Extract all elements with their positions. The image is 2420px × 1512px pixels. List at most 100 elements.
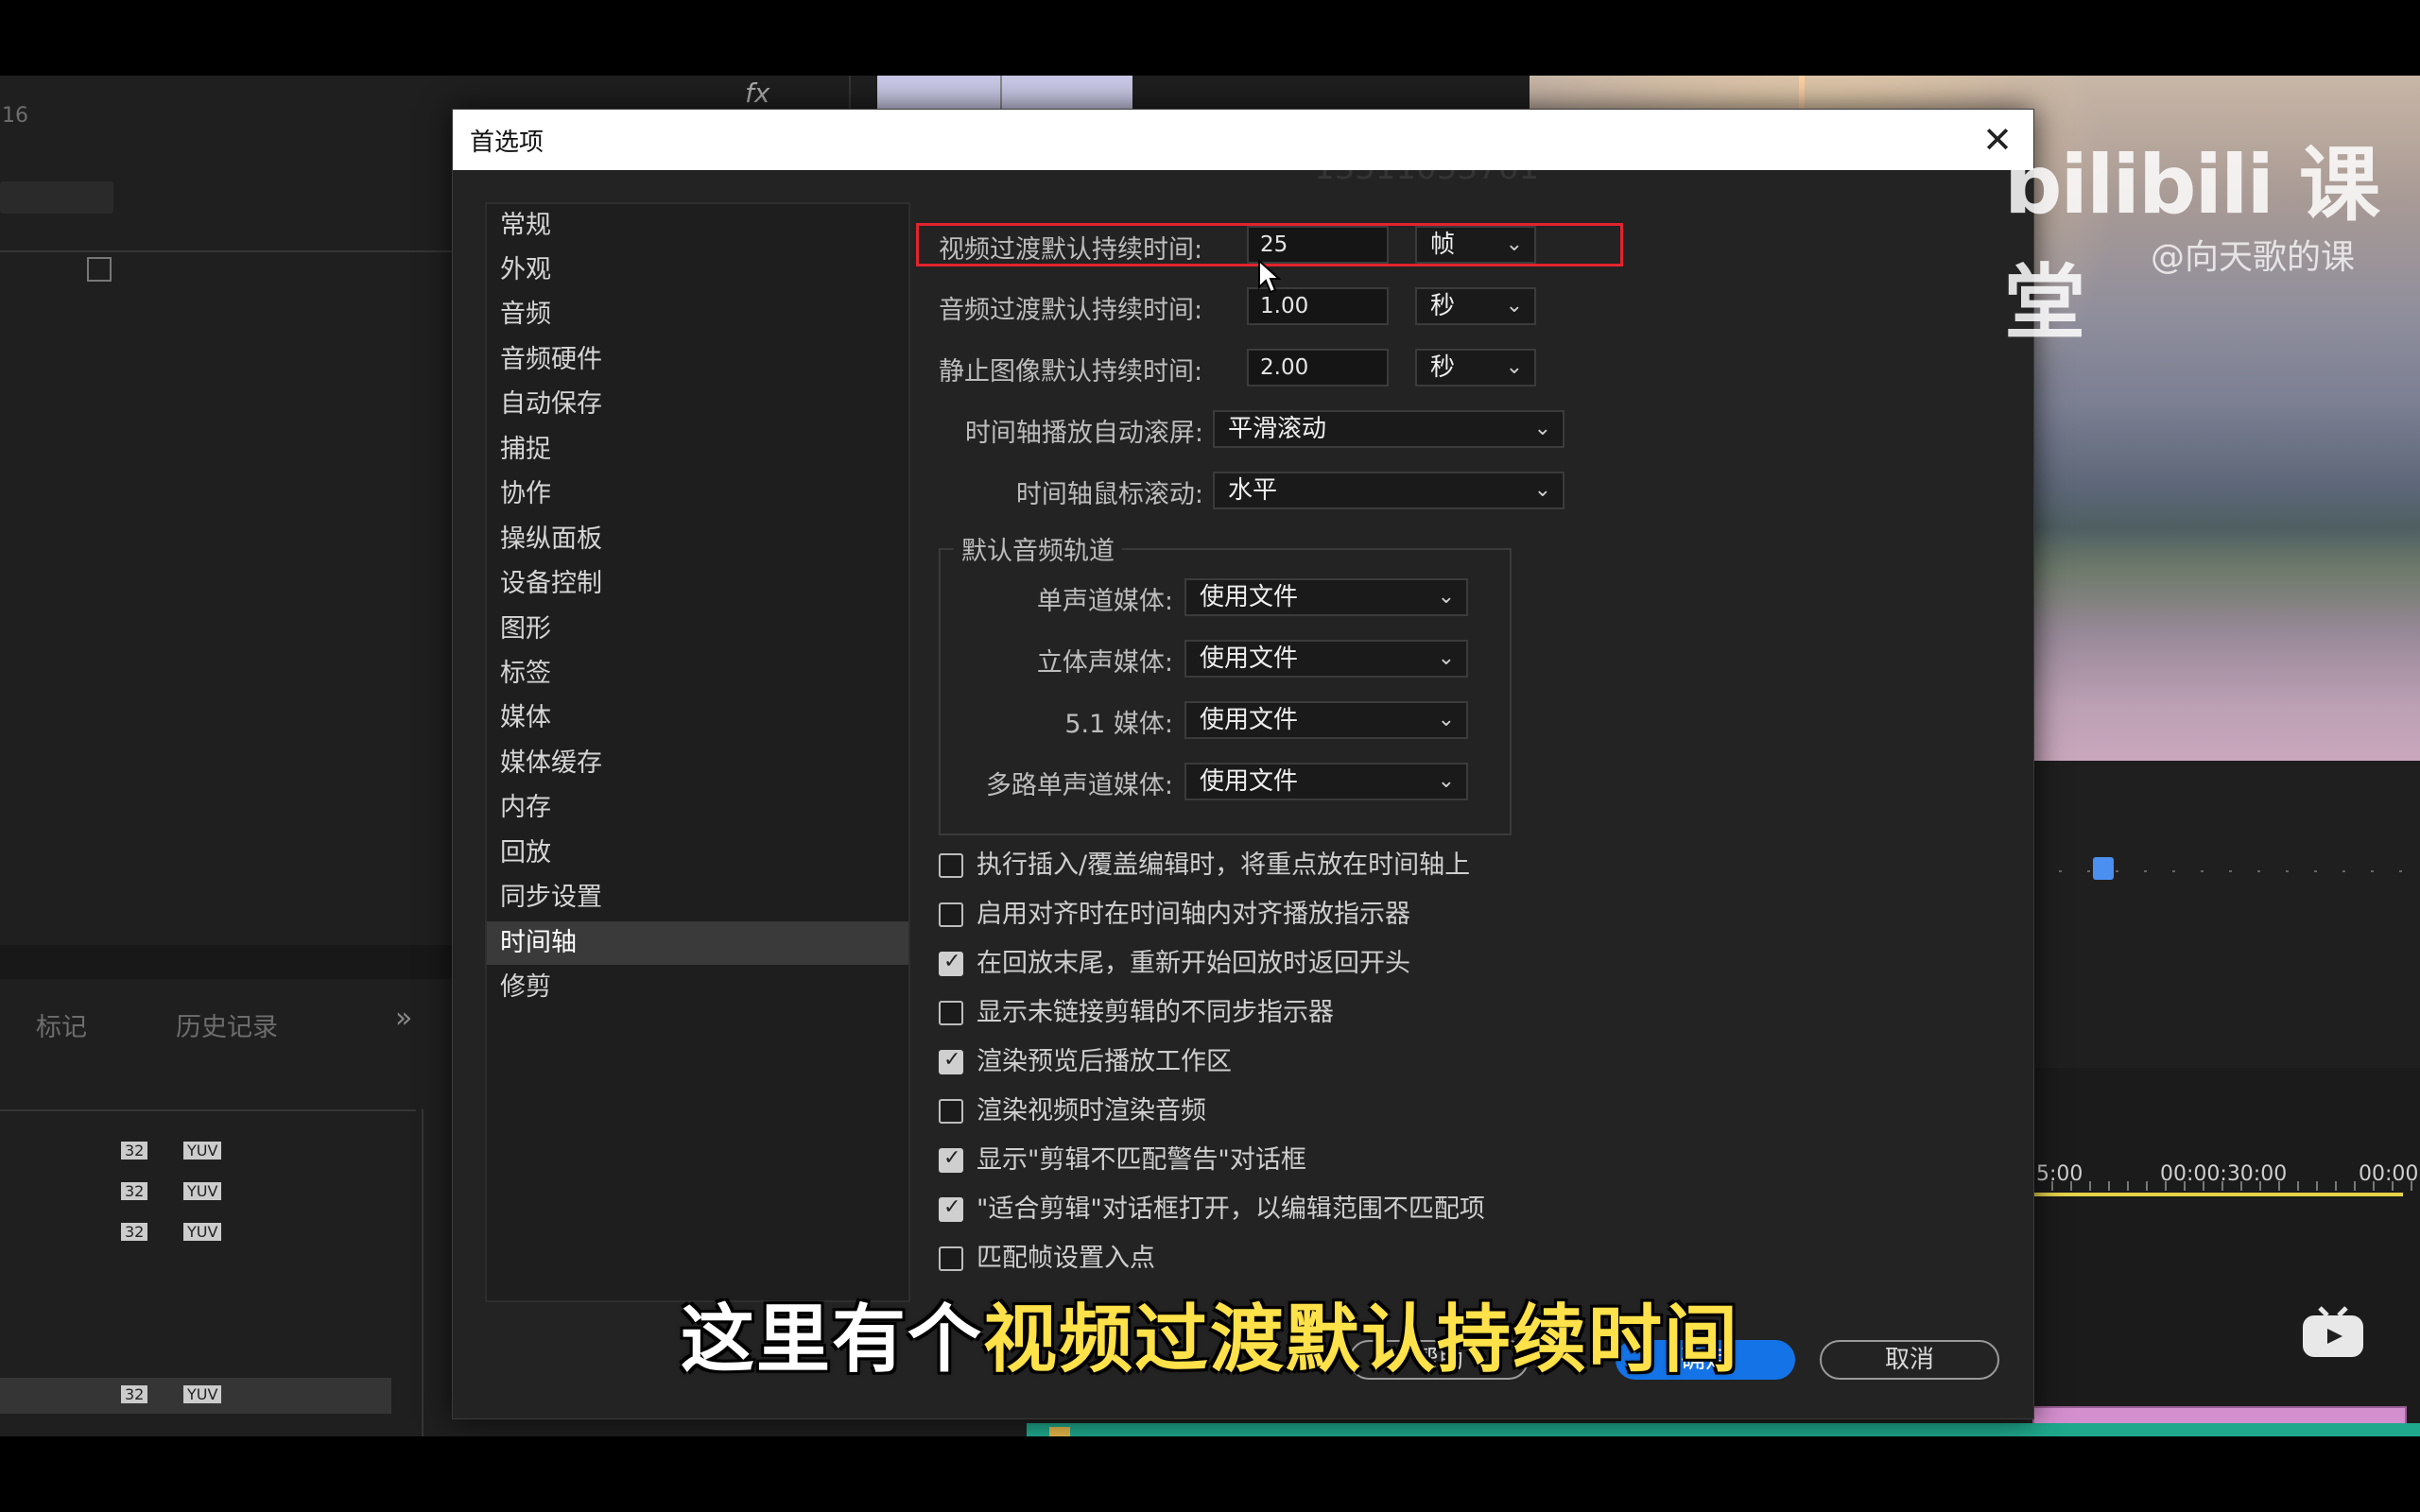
chevron-down-icon: ⌄	[1533, 478, 1551, 502]
audio-waveform-track	[1027, 1423, 2420, 1436]
badge-yuv: YUV	[183, 1223, 222, 1241]
video-subtitle: 这里有个视频过渡默认持续时间	[0, 1280, 2420, 1386]
checkbox-label: 渲染视频时渲染音频	[977, 1096, 1206, 1125]
top-strip-thumbnail	[877, 76, 1132, 109]
checkbox-label: 匹配帧设置入点	[977, 1244, 1155, 1273]
checkbox[interactable]	[939, 1099, 963, 1124]
checkbox-label: 渲染预览后播放工作区	[977, 1047, 1232, 1076]
history-divider	[0, 1109, 416, 1111]
phone-watermark-line: 18685911071	[1314, 112, 1539, 149]
audio-transition-unit-select[interactable]: 秒 ⌄	[1415, 287, 1536, 325]
multichannel-mono-select[interactable]: 使用文件 ⌄	[1184, 763, 1468, 800]
surround-media-value: 使用文件	[1200, 706, 1299, 734]
unit-value: 秒	[1430, 292, 1456, 320]
playback-scroll-value: 平滑滚动	[1228, 415, 1327, 443]
badge-yuv: YUV	[183, 1142, 222, 1160]
stereo-media-select[interactable]: 使用文件 ⌄	[1184, 640, 1468, 678]
checkbox[interactable]	[939, 1246, 963, 1271]
sidebar-item-media[interactable]: 媒体	[487, 696, 908, 740]
sidebar-item-collaboration[interactable]: 协作	[487, 472, 908, 516]
checkbox-label: 执行插入/覆盖编辑时，将重点放在时间轴上	[977, 850, 1471, 880]
checkbox-label: "适合剪辑"对话框打开，以编辑范围不匹配项	[977, 1194, 1485, 1224]
subtitle-highlight-text: 视频过渡默认持续时间	[983, 1297, 1740, 1383]
badge-yuv: YUV	[183, 1182, 222, 1200]
multichannel-mono-label: 多路单声道媒体:	[985, 771, 1173, 800]
mono-media-value: 使用文件	[1200, 583, 1299, 611]
tab-history[interactable]: 历史记录	[176, 1006, 278, 1043]
badge-32: 32	[121, 1182, 148, 1200]
double-chevron-right-icon[interactable]: »	[395, 1002, 412, 1035]
checkbox-label: 在回放末尾，重新开始回放时返回开头	[977, 949, 1410, 978]
top-strip-divider	[849, 76, 851, 109]
unit-value: 秒	[1430, 353, 1456, 382]
checkbox[interactable]	[939, 853, 963, 878]
chevron-down-icon: ⌄	[1437, 708, 1455, 731]
subtitle-text: 这里有个	[680, 1297, 983, 1383]
mouse-scroll-label: 时间轴鼠标滚动:	[1015, 480, 1203, 509]
sidebar-item-trim[interactable]: 修剪	[487, 966, 908, 1009]
sidebar-item-auto-save[interactable]: 自动保存	[487, 383, 908, 426]
sidebar-item-media-cache[interactable]: 媒体缓存	[487, 742, 908, 785]
sidebar-item-labels[interactable]: 标签	[487, 652, 908, 696]
sidebar-item-memory[interactable]: 内存	[487, 786, 908, 830]
bilibili-tv-icon	[2299, 1306, 2367, 1359]
fx-label: fx	[745, 77, 770, 109]
phone-watermark: 18685911071 13511053761	[1314, 112, 1539, 187]
sidebar-item-control-surface[interactable]: 操纵面板	[487, 518, 908, 561]
surround-media-select[interactable]: 使用文件 ⌄	[1184, 701, 1468, 739]
checkbox[interactable]	[939, 1146, 963, 1173]
mono-media-select[interactable]: 使用文件 ⌄	[1184, 578, 1468, 616]
stereo-media-label: 立体声媒体:	[1036, 648, 1173, 678]
mono-media-label: 单声道媒体:	[1036, 587, 1173, 616]
top-strip-thumbnail-line	[1000, 76, 1002, 109]
preferences-sidebar: 常规 外观 音频 音频硬件 自动保存 捕捉 协作 操纵面板 设备控制 图形 标签…	[485, 202, 910, 1302]
top-left-number: 16	[2, 104, 28, 128]
tab-markers[interactable]: 标记	[36, 1006, 87, 1043]
left-checkbox[interactable]	[87, 257, 112, 282]
still-image-unit-select[interactable]: 秒 ⌄	[1415, 349, 1536, 387]
chevron-down-icon: ⌄	[1437, 769, 1455, 793]
chevron-down-icon: ⌄	[1437, 646, 1455, 670]
sidebar-item-capture[interactable]: 捕捉	[487, 428, 908, 472]
default-audio-tracks-title: 默认音频轨道	[954, 530, 1122, 567]
preferences-dialog: 首选项 ✕ 常规 外观 音频 音频硬件 自动保存 捕捉 协作 操纵面板 设备控制…	[452, 109, 2034, 1419]
sidebar-item-audio-hardware[interactable]: 音频硬件	[487, 338, 908, 382]
chevron-down-icon: ⌄	[1505, 294, 1523, 318]
checkbox[interactable]	[939, 1048, 963, 1074]
sidebar-item-timeline[interactable]: 时间轴	[487, 921, 908, 965]
mouse-scroll-select[interactable]: 水平 ⌄	[1213, 472, 1564, 509]
left-panel-edge	[422, 1109, 424, 1436]
checkbox[interactable]	[939, 902, 963, 927]
checkbox[interactable]	[939, 950, 963, 976]
sidebar-item-audio[interactable]: 音频	[487, 293, 908, 336]
badge-32: 32	[121, 1142, 148, 1160]
checkbox[interactable]	[939, 1001, 963, 1025]
sidebar-item-device-control[interactable]: 设备控制	[487, 562, 908, 606]
left-dropdown[interactable]	[0, 181, 113, 214]
dialog-titlebar: 首选项 ✕	[453, 110, 2033, 170]
chevron-down-icon: ⌄	[1505, 355, 1523, 379]
audio-transition-label: 音频过渡默认持续时间:	[939, 296, 1203, 325]
phone-watermark-line: 13511053761	[1314, 149, 1539, 187]
surround-media-label: 5.1 媒体:	[1064, 710, 1173, 739]
checkbox[interactable]	[939, 1195, 963, 1222]
badge-yuv: YUV	[183, 1385, 222, 1403]
timeline-ruler	[2032, 1181, 2420, 1191]
sidebar-item-appearance[interactable]: 外观	[487, 249, 908, 292]
playback-scroll-select[interactable]: 平滑滚动 ⌄	[1213, 410, 1564, 448]
badge-32: 32	[121, 1385, 148, 1403]
sidebar-item-general[interactable]: 常规	[487, 204, 908, 248]
playhead-marker[interactable]	[2093, 857, 2114, 880]
sidebar-item-sync-settings[interactable]: 同步设置	[487, 876, 908, 919]
audio-clip-marker	[1049, 1427, 1070, 1436]
still-image-label: 静止图像默认持续时间:	[939, 357, 1203, 387]
mouse-scroll-value: 水平	[1228, 476, 1278, 505]
chevron-down-icon: ⌄	[1437, 585, 1455, 609]
still-image-duration-input[interactable]: 2.00	[1247, 349, 1389, 387]
author-watermark: @向天歌的课	[2151, 238, 2356, 277]
sidebar-item-playback[interactable]: 回放	[487, 832, 908, 875]
sidebar-item-graphics[interactable]: 图形	[487, 608, 908, 651]
chevron-down-icon: ⌄	[1533, 417, 1551, 440]
left-divider	[0, 250, 452, 252]
badge-32: 32	[121, 1223, 148, 1241]
